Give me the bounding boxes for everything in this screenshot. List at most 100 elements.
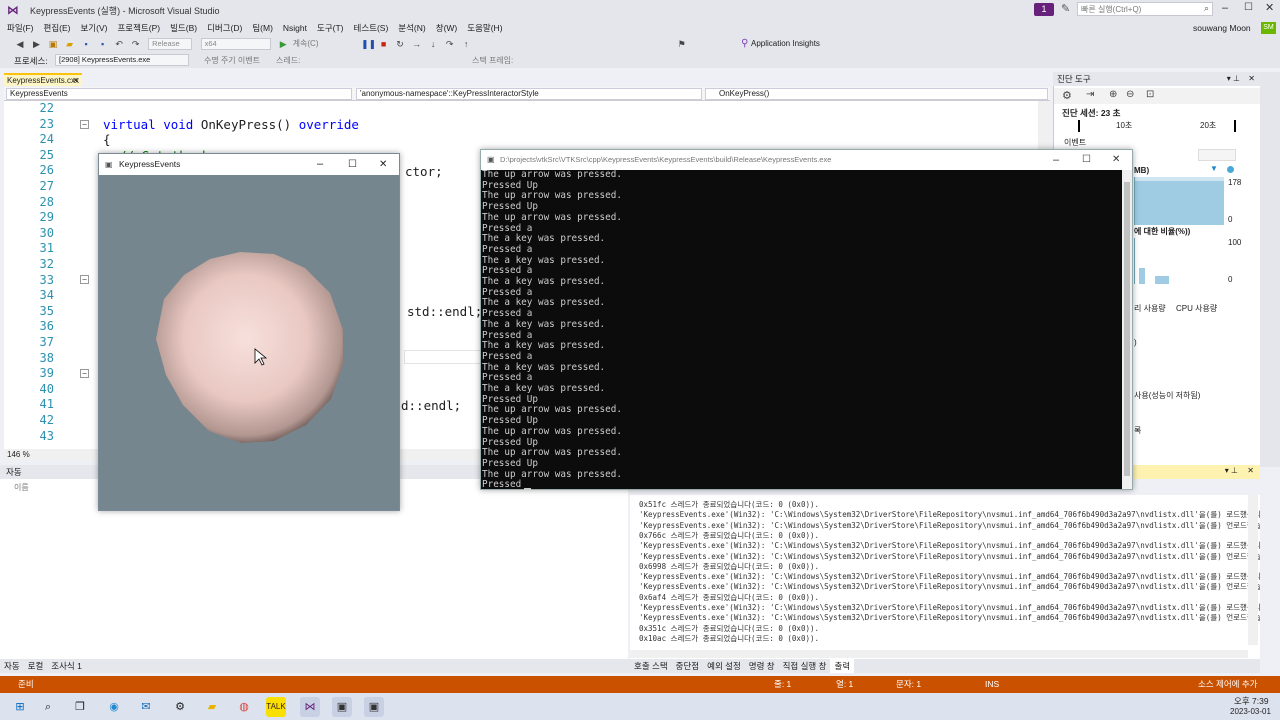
notification-icon[interactable]: 1 (1034, 3, 1054, 16)
collapse-toggle-icon[interactable]: − (80, 120, 89, 129)
show-next-icon[interactable]: → (411, 38, 423, 50)
nav-member-combo[interactable]: OnKeyPress() (705, 88, 1048, 100)
quick-launch-input[interactable]: 빠른 실행(Ctrl+Q) (1081, 4, 1141, 15)
close-button[interactable]: ✕ (1112, 150, 1120, 170)
output-scrollbar[interactable] (1248, 495, 1258, 645)
mail-icon[interactable]: ✉ (136, 697, 156, 717)
document-tab[interactable]: KeypressEvents.cxx ✕ (4, 73, 82, 86)
output-tab[interactable]: 명령 창 (745, 659, 779, 673)
collapse-toggle-icon[interactable]: − (80, 275, 89, 284)
console-window[interactable]: ▣ D:\projects\vtkSrc\VTKSrc\cpp\Keypress… (480, 149, 1133, 491)
task-view-icon[interactable]: ❐ (70, 697, 90, 717)
platform-combo[interactable]: x64 (200, 38, 271, 50)
continue-button[interactable]: 계속(C) (293, 39, 319, 48)
output-tab[interactable]: 호출 스택 (630, 659, 672, 673)
collapse-toggle-icon[interactable]: − (80, 369, 89, 378)
tab-cpu-usage[interactable]: CPU 사용량 (1176, 303, 1217, 314)
settings-icon[interactable]: ⚙ (1062, 89, 1072, 102)
output-panel[interactable]: 0x51fc 스레드가 종료되었습니다(코드: 0 (0x0)). 'Keypre… (630, 495, 1260, 660)
menu-item[interactable]: 디버그(D) (202, 20, 247, 36)
app-insights-button[interactable]: Application Insights (751, 39, 820, 48)
config-combo[interactable]: Release (148, 38, 193, 50)
menu-item[interactable]: 보기(V) (75, 20, 112, 36)
menu-item[interactable]: 창(W) (431, 20, 463, 36)
save-all-icon[interactable]: ▪ (97, 38, 109, 50)
close-panel-icon[interactable]: ✕ (1247, 466, 1254, 475)
reset-zoom-icon[interactable]: ⊡ (1146, 89, 1154, 100)
output-tab[interactable]: 중단점 (672, 659, 703, 673)
console-output[interactable]: The up arrow was pressed. Pressed Up The u… (481, 169, 1122, 491)
new-project-icon[interactable]: ▣ (47, 38, 59, 50)
search-icon[interactable]: ⌕ (38, 697, 58, 717)
user-name[interactable]: souwang Moon (1193, 23, 1251, 33)
source-control-button[interactable]: 소스 제어에 추가 (1198, 676, 1257, 693)
close-button[interactable]: ✕ (379, 154, 387, 175)
autos-column-name[interactable]: 이름 (14, 482, 29, 493)
undo-icon[interactable]: ↶ (113, 38, 125, 50)
autos-tab[interactable]: 조사식 1 (47, 659, 86, 673)
pause-icon[interactable]: ❚❚ (361, 38, 376, 50)
console-scrollbar[interactable] (1122, 170, 1132, 489)
console-app-icon[interactable]: ▣ (332, 697, 352, 717)
render-viewport[interactable] (99, 175, 399, 510)
export-icon[interactable]: ⇥ (1086, 89, 1094, 100)
tab-memory-usage[interactable]: 리 사용량 (1134, 303, 1166, 314)
close-panel-icon[interactable]: ✕ (1248, 72, 1255, 86)
save-icon[interactable]: ▪ (80, 38, 92, 50)
continue-icon[interactable]: ▶ (277, 38, 289, 50)
autos-tab[interactable]: 자동 (0, 659, 24, 673)
process-combo[interactable]: [2908] KeypressEvents.exe (55, 54, 189, 66)
kakaotalk-icon[interactable]: TALK (266, 697, 286, 717)
clock-date[interactable]: 2023-03-01 (1230, 707, 1271, 716)
menu-item[interactable]: 프로젝트(P) (112, 20, 165, 36)
user-avatar[interactable]: SM (1261, 22, 1276, 34)
chrome-icon[interactable]: ◍ (234, 697, 254, 717)
redo-icon[interactable]: ↷ (130, 38, 142, 50)
menu-item[interactable]: 빌드(B) (165, 20, 202, 36)
stop-icon[interactable]: ■ (378, 38, 390, 50)
feedback-icon[interactable]: ✎ (1061, 2, 1070, 15)
menu-item[interactable]: 파일(F) (2, 20, 39, 36)
app-insights-icon[interactable]: ⚲ (741, 36, 748, 52)
restart-icon[interactable]: ↻ (394, 38, 406, 50)
open-icon[interactable]: ▰ (64, 38, 76, 50)
step-into-icon[interactable]: ↓ (427, 38, 439, 50)
output-horizontal-scrollbar[interactable] (630, 650, 1248, 658)
close-button[interactable]: ✕ (1265, 1, 1274, 14)
filter-icon[interactable]: ▼ (1210, 164, 1218, 173)
file-explorer-icon[interactable]: ▰ (202, 697, 222, 717)
quick-launch-box[interactable]: 빠른 실행(Ctrl+Q) ⌕ (1077, 2, 1213, 16)
zoom-out-icon[interactable]: ⊖ (1126, 89, 1134, 100)
edge-icon[interactable]: ◉ (104, 697, 124, 717)
menu-item[interactable]: 테스트(S) (349, 20, 394, 36)
back-icon[interactable]: ◀ (14, 38, 26, 50)
menu-item[interactable]: 편집(E) (39, 20, 76, 36)
output-tab[interactable]: 출력 (830, 659, 855, 673)
menu-item[interactable]: 도구(T) (312, 20, 349, 36)
menu-item[interactable]: 도움말(H) (462, 20, 507, 36)
zoom-combo[interactable]: 146 % (7, 450, 30, 459)
step-out-icon[interactable]: ↑ (460, 38, 472, 50)
clock-time[interactable]: 오후 7:39 (1234, 695, 1269, 707)
windows-start-icon[interactable]: ⊞ (10, 697, 30, 717)
nav-project-combo[interactable]: KeypressEvents (6, 88, 352, 100)
visual-studio-icon[interactable]: ⋈ (300, 697, 320, 717)
bookmark-icon[interactable]: ⚑ (676, 38, 688, 50)
vtk-render-window[interactable]: ▣ KeypressEvents – ☐ ✕ (98, 153, 400, 511)
menu-item[interactable]: 팀(M) (247, 20, 278, 36)
maximize-button[interactable]: ☐ (1244, 2, 1253, 13)
settings-icon[interactable]: ⚙ (170, 697, 190, 717)
minimize-button[interactable]: – (317, 154, 323, 175)
output-tab[interactable]: 직접 실행 창 (779, 659, 831, 673)
menu-item[interactable]: Nsight (278, 20, 312, 36)
zoom-in-icon[interactable]: ⊕ (1109, 89, 1117, 100)
close-tab-icon[interactable]: ✕ (72, 75, 79, 86)
vtk-app-icon[interactable]: ▣ (364, 697, 384, 717)
search-icon[interactable]: ⌕ (1204, 3, 1209, 14)
autos-tab[interactable]: 로컬 (24, 659, 48, 673)
step-over-icon[interactable]: ↷ (444, 38, 456, 50)
sphere-actor[interactable] (156, 252, 343, 443)
lifecycle-events-button[interactable]: 수명 주기 이벤트 (204, 55, 260, 66)
minimize-button[interactable]: – (1222, 2, 1228, 14)
nav-scope-combo[interactable]: 'anonymous-namespace'::KeyPressInteracto… (356, 88, 702, 100)
